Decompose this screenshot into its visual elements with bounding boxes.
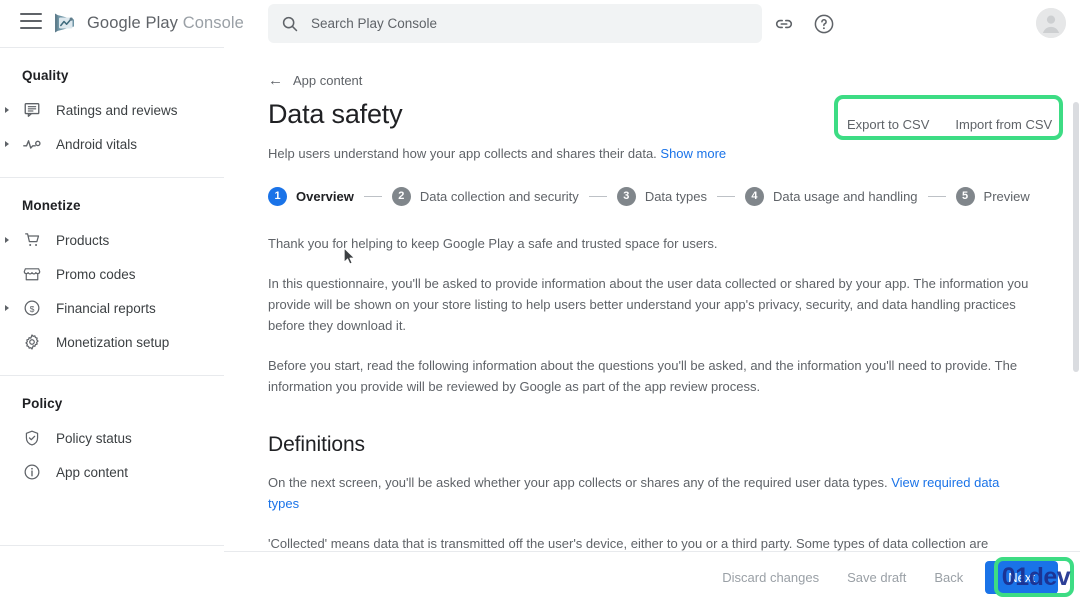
step-label: Overview: [296, 188, 354, 204]
csv-actions-group: Export to CSV Import from CSV: [834, 109, 1066, 140]
hamburger-line: [20, 13, 42, 15]
back-arrow-icon: ←: [268, 72, 283, 89]
sidebar-item-label: Android vitals: [56, 136, 138, 152]
step-separator: [927, 195, 946, 197]
back-button[interactable]: Back: [922, 561, 975, 594]
sidebar-item-app-content[interactable]: App content: [0, 455, 224, 489]
definition-2-text: 'Collected' means data that is transmitt…: [268, 536, 989, 551]
chevron-right-icon: [5, 237, 9, 243]
step-label: Preview: [983, 188, 1030, 204]
shield-check-icon: [22, 428, 42, 448]
help-circle-icon[interactable]: [812, 12, 836, 36]
link-icon[interactable]: [772, 12, 796, 36]
android-vitals-icon: [22, 134, 42, 154]
step-number: 4: [744, 186, 764, 206]
dollar-circle-icon: $: [22, 298, 42, 318]
hamburger-menu-icon[interactable]: [20, 13, 42, 33]
sidebar-heading-policy: Policy: [22, 396, 63, 411]
step-overview[interactable]: 1 Overview: [268, 186, 354, 206]
content-column: ← App content Data safety Help users und…: [224, 73, 1074, 551]
sidebar-item-products[interactable]: Products: [0, 223, 224, 257]
step-preview[interactable]: 5 Preview: [955, 186, 1030, 206]
show-more-link[interactable]: Show more: [660, 146, 726, 161]
save-draft-button[interactable]: Save draft: [835, 561, 918, 594]
sidebar-nav: Quality Ratings and reviews Android vita…: [0, 47, 224, 545]
sidebar-item-policy-status[interactable]: Policy status: [0, 421, 224, 455]
hamburger-line: [20, 27, 42, 29]
step-separator: [363, 195, 382, 197]
intro-paragraph-3: Before you start, read the following inf…: [268, 357, 1018, 394]
sidebar-item-label: App content: [56, 464, 129, 480]
step-number: 2: [391, 186, 411, 206]
gear-icon: [22, 332, 42, 352]
step-label: Data collection and security: [419, 188, 579, 204]
search-input[interactable]: [311, 16, 741, 31]
step-data-types[interactable]: 3 Data types: [616, 186, 707, 206]
step-number: 5: [955, 186, 975, 206]
sidebar-item-ratings-and-reviews[interactable]: Ratings and reviews: [0, 93, 224, 127]
sidebar-heading-monetize: Monetize: [22, 198, 81, 213]
breadcrumb-label: App content: [293, 73, 363, 88]
page-title: Data safety: [268, 99, 403, 129]
svg-text:$: $: [30, 304, 35, 314]
breadcrumb-back-link[interactable]: ← App content: [268, 73, 362, 88]
sidebar-item-label: Financial reports: [56, 300, 156, 316]
page-vertical-scrollbar-track[interactable]: [1072, 47, 1080, 551]
step-data-usage-and-handling[interactable]: 4 Data usage and handling: [744, 186, 918, 206]
ratings-reviews-icon: [22, 100, 42, 120]
sidebar-item-label: Policy status: [56, 430, 132, 446]
play-console-window: Google Play Console Search Play Console …: [0, 0, 1080, 602]
sidebar-item-monetization-setup[interactable]: Monetization setup: [0, 325, 224, 359]
intro-paragraph-2: In this questionnaire, you'll be asked t…: [268, 275, 1029, 333]
brand-title: Google Play Console: [87, 14, 244, 33]
main-content-area: ← App content Data safety Help users und…: [224, 47, 1074, 551]
sidebar-item-label: Products: [56, 232, 110, 248]
chevron-right-icon: [5, 305, 9, 311]
brand-primary: Google Play: [87, 13, 178, 32]
search-bar[interactable]: [268, 4, 762, 43]
footer-action-bar: Discard changes Save draft Back Next: [224, 552, 1080, 602]
step-separator: [716, 195, 735, 197]
step-label: Data types: [644, 188, 707, 204]
definition-paragraph-1: On the next screen, you'll be asked whet…: [268, 472, 1030, 514]
chevron-right-icon: [5, 107, 9, 113]
search-icon: [281, 15, 299, 33]
step-label: Data usage and handling: [772, 188, 918, 204]
definitions-heading: Definitions: [268, 433, 365, 457]
step-separator: [588, 195, 607, 197]
step-data-collection-and-security[interactable]: 2 Data collection and security: [391, 186, 579, 206]
sidebar-item-label: Monetization setup: [56, 334, 170, 350]
wizard-stepper: 1 Overview 2 Data collection and securit…: [268, 186, 1074, 206]
step-number: 1: [268, 186, 287, 206]
brand-logo-link[interactable]: Google Play Console: [52, 10, 244, 36]
sidebar-horizontal-scrollbar-track[interactable]: [0, 546, 224, 553]
export-to-csv-button[interactable]: Export to CSV: [834, 109, 943, 140]
intro-paragraph-1: Thank you for helping to keep Google Pla…: [268, 235, 718, 251]
sidebar-item-android-vitals[interactable]: Android vitals: [0, 127, 224, 161]
sidebar-heading-quality: Quality: [22, 68, 69, 83]
page-subtitle-text: Help users understand how your app colle…: [268, 145, 657, 161]
chevron-right-icon: [5, 141, 9, 147]
sidebar-item-promo-codes[interactable]: Promo codes: [0, 257, 224, 291]
definition-1-text: On the next screen, you'll be asked whet…: [268, 475, 888, 491]
page-vertical-scrollbar-thumb[interactable]: [1073, 102, 1079, 372]
import-from-csv-button[interactable]: Import from CSV: [942, 109, 1066, 140]
sidebar-item-label: Promo codes: [56, 266, 136, 282]
discard-changes-button[interactable]: Discard changes: [710, 561, 831, 594]
store-icon: [22, 264, 42, 284]
top-app-bar: Google Play Console: [0, 0, 1080, 47]
brand-secondary: Console: [182, 13, 244, 32]
hamburger-line: [20, 20, 42, 22]
page-subtitle: Help users understand how your app colle…: [268, 146, 1074, 161]
sidebar-item-label: Ratings and reviews: [56, 102, 178, 118]
user-avatar-icon[interactable]: [1036, 8, 1066, 38]
definition-paragraph-2: 'Collected' means data that is transmitt…: [268, 533, 1030, 551]
sidebar-item-financial-reports[interactable]: $ Financial reports: [0, 291, 224, 325]
step-number: 3: [616, 186, 636, 206]
play-console-logo: [55, 13, 74, 33]
shopping-cart-icon: [22, 230, 42, 250]
next-button[interactable]: Next: [985, 560, 1058, 594]
info-circle-icon: [22, 462, 42, 482]
